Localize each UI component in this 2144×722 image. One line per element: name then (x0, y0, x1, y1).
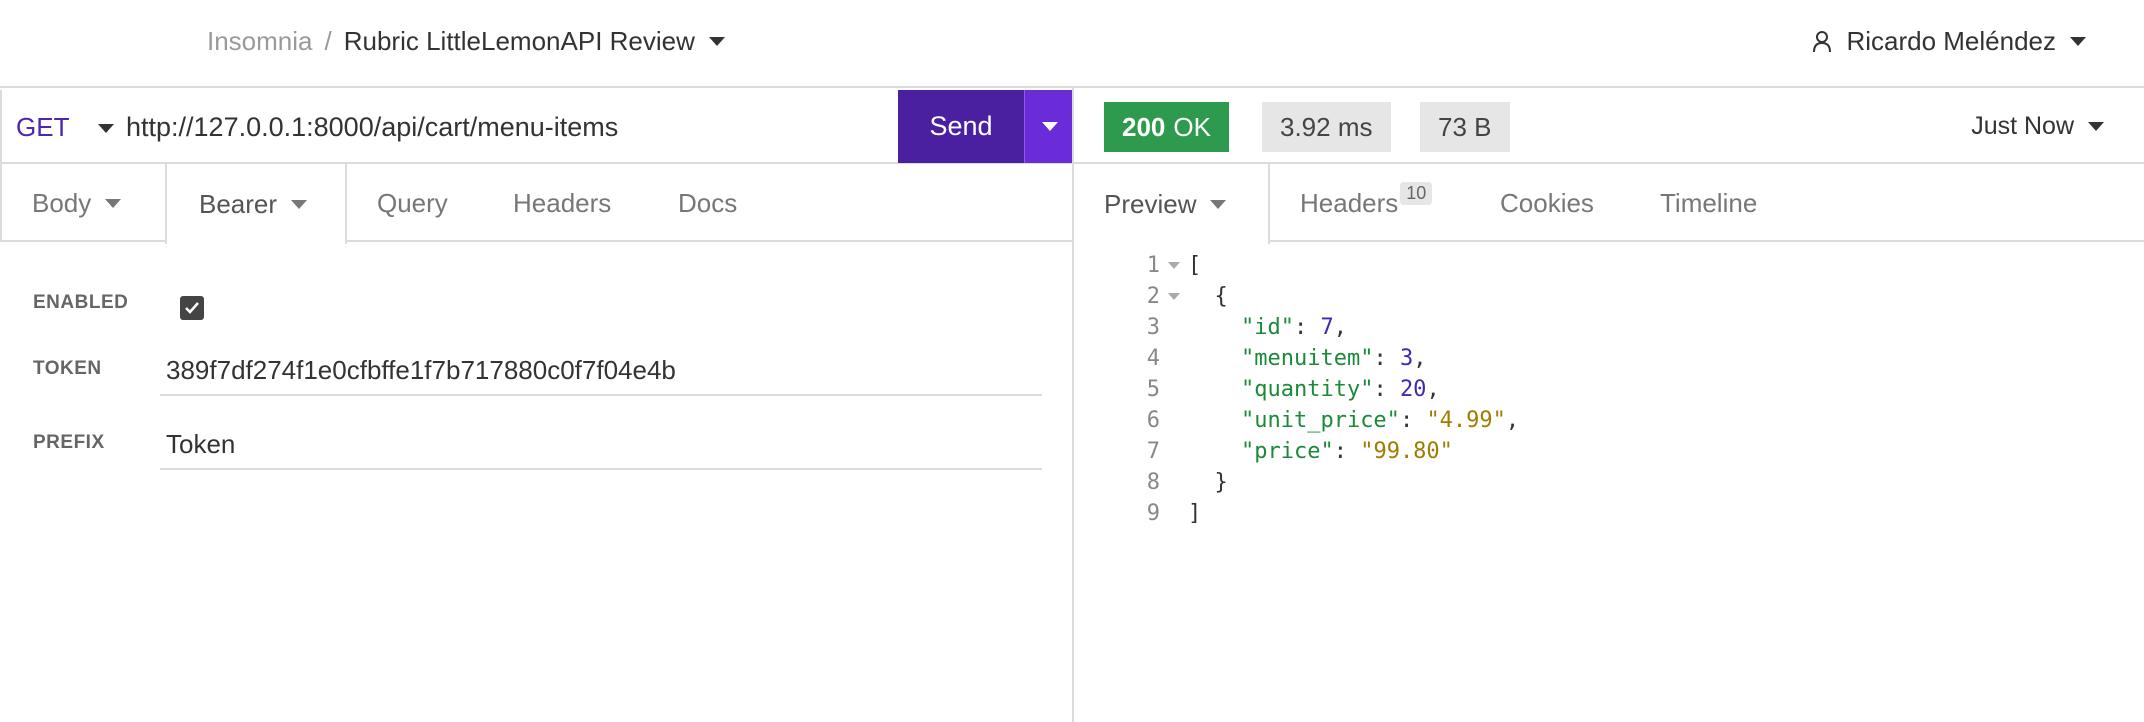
code-line: 5 "quantity": 20, (1130, 374, 1519, 405)
response-size-badge: 73 B (1420, 102, 1510, 152)
request-tabs: Body Bearer Query Headers Docs (0, 164, 1072, 244)
status-code: 200 (1122, 111, 1166, 142)
line-number: 2 (1146, 284, 1160, 309)
history-dropdown[interactable]: Just Now (1971, 112, 2104, 141)
response-preview[interactable]: 1 [ 2 { 3 "id": 7, 4 "menuitem": 3, 5 "q… (1130, 250, 1519, 529)
json-key: "unit_price" (1240, 408, 1400, 433)
tab-query[interactable]: Query (377, 164, 448, 242)
code-line: 9 ] (1130, 498, 1519, 529)
line-number: 3 (1146, 315, 1160, 340)
tab-preview-label: Preview (1104, 188, 1197, 219)
prefix-label: PREFIX (33, 432, 105, 453)
token-label: TOKEN (33, 358, 102, 379)
code-line: 7 "price": "99.80" (1130, 436, 1519, 467)
json-key: "menuitem" (1240, 346, 1374, 371)
tab-auth[interactable]: Bearer (165, 164, 347, 244)
chevron-down-icon (1210, 199, 1227, 209)
headers-count-badge: 10 (1400, 181, 1433, 205)
chevron-down-icon (2088, 122, 2104, 131)
tab-body-label: Body (32, 187, 92, 218)
response-time-badge: 3.92 ms (1262, 102, 1391, 152)
user-menu[interactable]: Ricardo Meléndez (1812, 26, 2086, 57)
line-number: 7 (1146, 439, 1160, 464)
chevron-down-icon (1041, 122, 1058, 131)
tab-response-headers[interactable]: Headers 10 (1300, 164, 1433, 242)
check-icon (185, 302, 199, 314)
json-key: "id" (1240, 315, 1294, 340)
send-button[interactable]: Send (898, 90, 1024, 163)
enabled-checkbox[interactable] (180, 296, 204, 320)
user-name: Ricardo Meléndez (1846, 26, 2056, 56)
chevron-down-icon[interactable] (98, 124, 114, 133)
token-field[interactable] (160, 346, 1042, 396)
fold-toggle-icon[interactable] (1160, 281, 1188, 312)
json-key: "quantity" (1240, 377, 1374, 402)
status-text: OK (1173, 111, 1211, 142)
breadcrumb-root[interactable]: Insomnia (207, 26, 313, 57)
tab-auth-label: Bearer (199, 188, 278, 219)
json-value: "4.99" (1426, 408, 1506, 433)
enabled-label: ENABLED (33, 292, 129, 313)
code-text: { (1188, 284, 1228, 309)
breadcrumb-separator: / (324, 26, 332, 56)
json-key: "price" (1240, 439, 1334, 464)
code-text: ] (1188, 501, 1202, 526)
json-value: 20 (1399, 377, 1427, 402)
code-line: 6 "unit_price": "4.99", (1130, 405, 1519, 436)
json-value: 3 (1399, 346, 1414, 371)
tab-body[interactable]: Body (32, 164, 122, 242)
breadcrumb: Insomnia / Rubric LittleLemonAPI Review (207, 26, 725, 57)
tab-cookies[interactable]: Cookies (1500, 164, 1594, 242)
app-header: Insomnia / Rubric LittleLemonAPI Review … (0, 0, 2144, 88)
history-label: Just Now (1971, 112, 2074, 140)
code-text: [ (1188, 253, 1202, 278)
fold-toggle-icon[interactable] (1160, 250, 1188, 281)
tab-headers[interactable]: Headers (513, 164, 611, 242)
code-line: 3 "id": 7, (1130, 312, 1519, 343)
line-number: 5 (1146, 377, 1160, 402)
status-badge: 200 OK (1104, 102, 1229, 152)
tab-docs[interactable]: Docs (678, 164, 737, 242)
tab-preview[interactable]: Preview (1074, 164, 1270, 244)
code-line: 8 } (1130, 467, 1519, 498)
code-text: } (1188, 470, 1228, 495)
response-tabs: Preview Headers 10 Cookies Timeline (1074, 164, 2144, 244)
method-select[interactable]: GET (16, 112, 69, 143)
chevron-down-icon (291, 199, 308, 209)
tab-timeline[interactable]: Timeline (1660, 164, 1757, 242)
code-line: 4 "menuitem": 3, (1130, 343, 1519, 374)
prefix-field[interactable] (160, 420, 1042, 470)
workspace-name[interactable]: Rubric LittleLemonAPI Review (344, 26, 695, 57)
request-url-bar: GET Send (0, 90, 1074, 164)
response-status-bar: 200 OK 3.92 ms 73 B Just Now (1074, 90, 2144, 164)
line-number: 4 (1146, 346, 1160, 371)
chevron-down-icon[interactable] (708, 37, 725, 46)
line-number: 1 (1146, 253, 1160, 278)
user-icon (1813, 30, 1832, 52)
line-number: 9 (1146, 501, 1160, 526)
url-input[interactable] (126, 102, 886, 152)
chevron-down-icon (105, 198, 122, 208)
chevron-down-icon (2070, 37, 2086, 46)
tab-response-headers-label: Headers (1300, 187, 1399, 218)
line-number: 6 (1146, 408, 1160, 433)
send-options-button[interactable] (1024, 90, 1074, 163)
code-line: 1 [ (1130, 250, 1519, 281)
line-number: 8 (1146, 470, 1160, 495)
json-value: 7 (1320, 315, 1334, 340)
json-value: "99.80" (1360, 439, 1453, 464)
code-line: 2 { (1130, 281, 1519, 312)
